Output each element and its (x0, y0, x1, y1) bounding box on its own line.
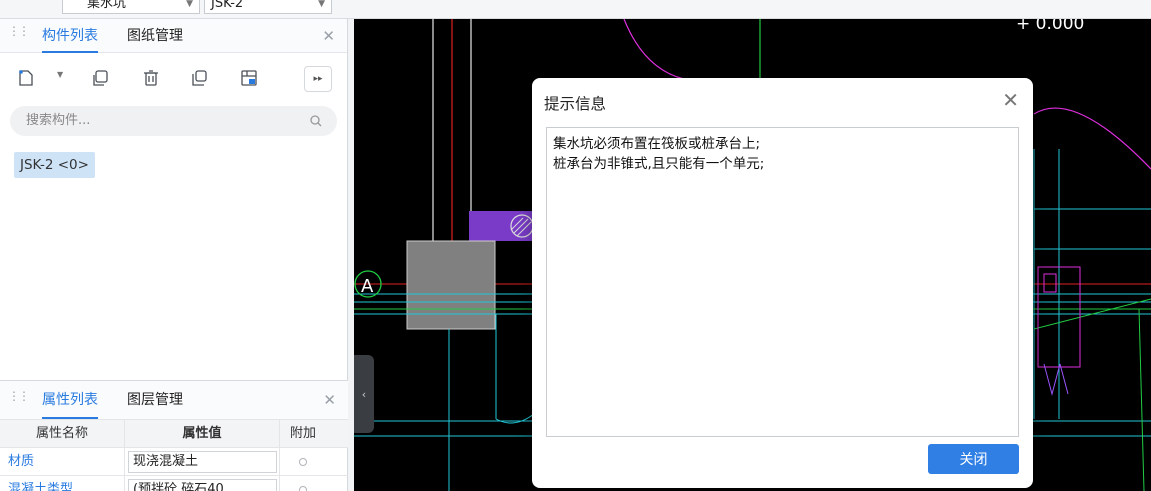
chevron-left-icon: ‹ (361, 387, 367, 401)
message-line: 集水坑必须布置在筏板或桩承台上; (553, 136, 761, 152)
dialog-title: 提示信息 (544, 95, 607, 113)
property-name[interactable]: 材质 (0, 448, 125, 475)
column-header-value: 属性值 (125, 420, 280, 447)
elevation-label: + 0.000 (1016, 19, 1084, 34)
collapse-panel-handle[interactable]: ‹ (354, 355, 374, 433)
property-panel-header: ⋮⋮ 属性列表 图层管理 ✕ (0, 380, 348, 420)
property-table: 属性名称 属性值 附加 材质 现浇混凝土 混凝土类型 (预拌砼 碎石40... (0, 420, 348, 491)
copy-component-button[interactable] (87, 65, 113, 91)
search-icon (310, 115, 322, 127)
column-header-extra: 附加 (289, 426, 316, 441)
copy-to-layer-icon (192, 70, 207, 86)
chevron-down-icon[interactable]: ▼ (57, 70, 63, 79)
property-name[interactable]: 混凝土类型 (0, 476, 125, 491)
table-row: 材质 现浇混凝土 (0, 448, 348, 476)
floor-copy-button[interactable] (236, 65, 262, 91)
message-dialog: 提示信息 ✕ 集水坑必须布置在筏板或桩承台上; 桩承台为非锥式,且只能有一个单元… (532, 78, 1033, 488)
name-selector-value: JSK-2 (211, 0, 244, 11)
delete-icon (144, 70, 158, 86)
top-selector-bar: 集水坑 ▼ JSK-2 ▼ (0, 0, 1151, 19)
extra-radio[interactable] (280, 476, 326, 491)
component-list-item[interactable]: JSK-2 <0> (14, 152, 95, 178)
component-search-input[interactable]: 搜索构件... (10, 106, 337, 136)
close-button[interactable]: 关闭 (928, 444, 1019, 474)
more-icon: ▸▸ (313, 74, 323, 84)
tab-drawing-management[interactable]: 图纸管理 (127, 19, 183, 53)
message-line: 桩承台为非锥式,且只能有一个单元; (553, 156, 765, 172)
extra-radio[interactable] (280, 448, 326, 475)
radio-icon (299, 486, 307, 491)
close-icon[interactable]: ✕ (1002, 88, 1019, 112)
table-row: 混凝土类型 (预拌砼 碎石40... (0, 476, 348, 491)
search-placeholder: 搜索构件... (26, 113, 91, 128)
copy-to-layer-button[interactable] (186, 65, 212, 91)
floor-copy-icon (241, 70, 257, 86)
tab-component-list[interactable]: 构件列表 (42, 19, 98, 53)
property-value[interactable]: (预拌砼 碎石40... (128, 479, 277, 491)
elevation-value: 0.000 (1036, 19, 1085, 34)
new-component-button[interactable] (13, 65, 39, 91)
delete-component-button[interactable] (138, 65, 164, 91)
tab-property-list[interactable]: 属性列表 (42, 381, 98, 419)
property-value-cell[interactable]: (预拌砼 碎石40... (125, 476, 280, 491)
column-header-name: 属性名称 (0, 420, 125, 447)
component-toolbar: ▼ ▸▸ (0, 53, 347, 99)
drag-grip-icon[interactable]: ⋮⋮ (8, 25, 30, 37)
copy-icon (93, 70, 108, 86)
property-value[interactable]: 现浇混凝土 (128, 451, 277, 473)
drag-grip-icon[interactable]: ⋮⋮ (8, 390, 30, 402)
property-table-header: 属性名称 属性值 附加 (0, 420, 348, 448)
axis-label: A (361, 276, 374, 297)
chevron-down-icon: ▼ (318, 0, 325, 9)
component-panel-header: ⋮⋮ 构件列表 图纸管理 ✕ (0, 19, 347, 53)
type-selector-value: 集水坑 (87, 0, 127, 11)
dialog-message: 集水坑必须布置在筏板或桩承台上; 桩承台为非锥式,且只能有一个单元; (546, 127, 1019, 437)
property-value-cell[interactable]: 现浇混凝土 (125, 448, 280, 475)
name-selector[interactable]: JSK-2 ▼ (204, 0, 332, 14)
more-tools-button[interactable]: ▸▸ (304, 66, 332, 92)
new-icon (19, 70, 33, 86)
radio-icon (299, 458, 307, 466)
close-icon[interactable]: ✕ (322, 27, 335, 45)
tab-layer-management[interactable]: 图层管理 (127, 381, 183, 419)
chevron-down-icon: ▼ (186, 0, 193, 9)
component-list-panel: ⋮⋮ 构件列表 图纸管理 ✕ ▼ ▸▸ 搜索构件... JSK-2 <0> ⋮⋮… (0, 19, 348, 491)
type-selector[interactable]: 集水坑 ▼ (62, 0, 200, 14)
close-icon[interactable]: ✕ (323, 391, 336, 409)
